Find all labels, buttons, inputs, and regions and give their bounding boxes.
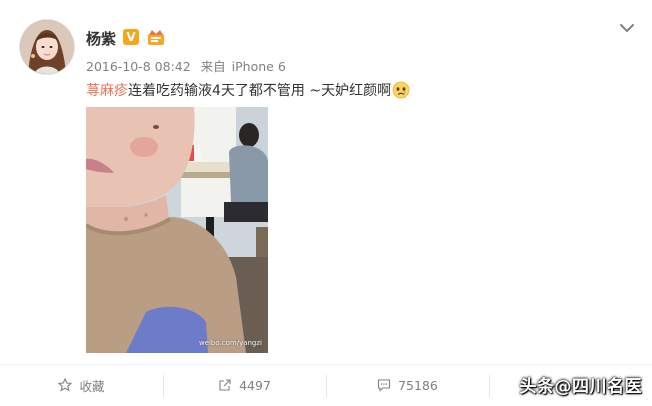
sad-face-emoji-icon [392,81,410,99]
post-photo[interactable]: weibo.com/yangzi [86,107,268,353]
verified-badge-icon: V [123,29,139,45]
favorite-button[interactable]: 收藏 [0,365,163,405]
user-avatar[interactable] [20,20,74,74]
repost-count: 4497 [239,377,271,393]
action-divider [489,375,490,397]
hashtag-link[interactable]: 荨麻疹 [86,83,128,99]
post-body: 连着吃药输液4天了都不管用 ~天妒红颜啊 [128,83,392,99]
star-icon [58,378,73,392]
post-meta: 2016-10-8 08:42 来自 iPhone 6 [86,56,292,75]
comment-icon [378,379,391,392]
vip-crown-icon [146,28,166,46]
post-time[interactable]: 2016-10-8 08:42 [86,59,191,74]
source-watermark: 头条@四川名医 [519,377,642,397]
favorite-label: 收藏 [79,378,105,394]
comment-button[interactable]: 75186 [326,365,489,405]
share-icon [219,379,231,391]
chevron-down-icon[interactable] [619,19,635,33]
post-text: 荨麻疹连着吃药输液4天了都不管用 ~天妒红颜啊 [86,80,410,100]
repost-button[interactable]: 4497 [163,365,326,405]
source-device[interactable]: iPhone 6 [232,59,286,74]
weibo-post-card: 杨紫 V 2016-10-8 08:42 来自 iPhone 6 荨麻疹连着吃药… [0,0,652,406]
user-name[interactable]: 杨紫 [86,28,116,49]
photo-watermark: weibo.com/yangzi [198,339,262,347]
comment-count: 75186 [398,377,438,393]
source-prefix: 来自 [200,59,226,74]
